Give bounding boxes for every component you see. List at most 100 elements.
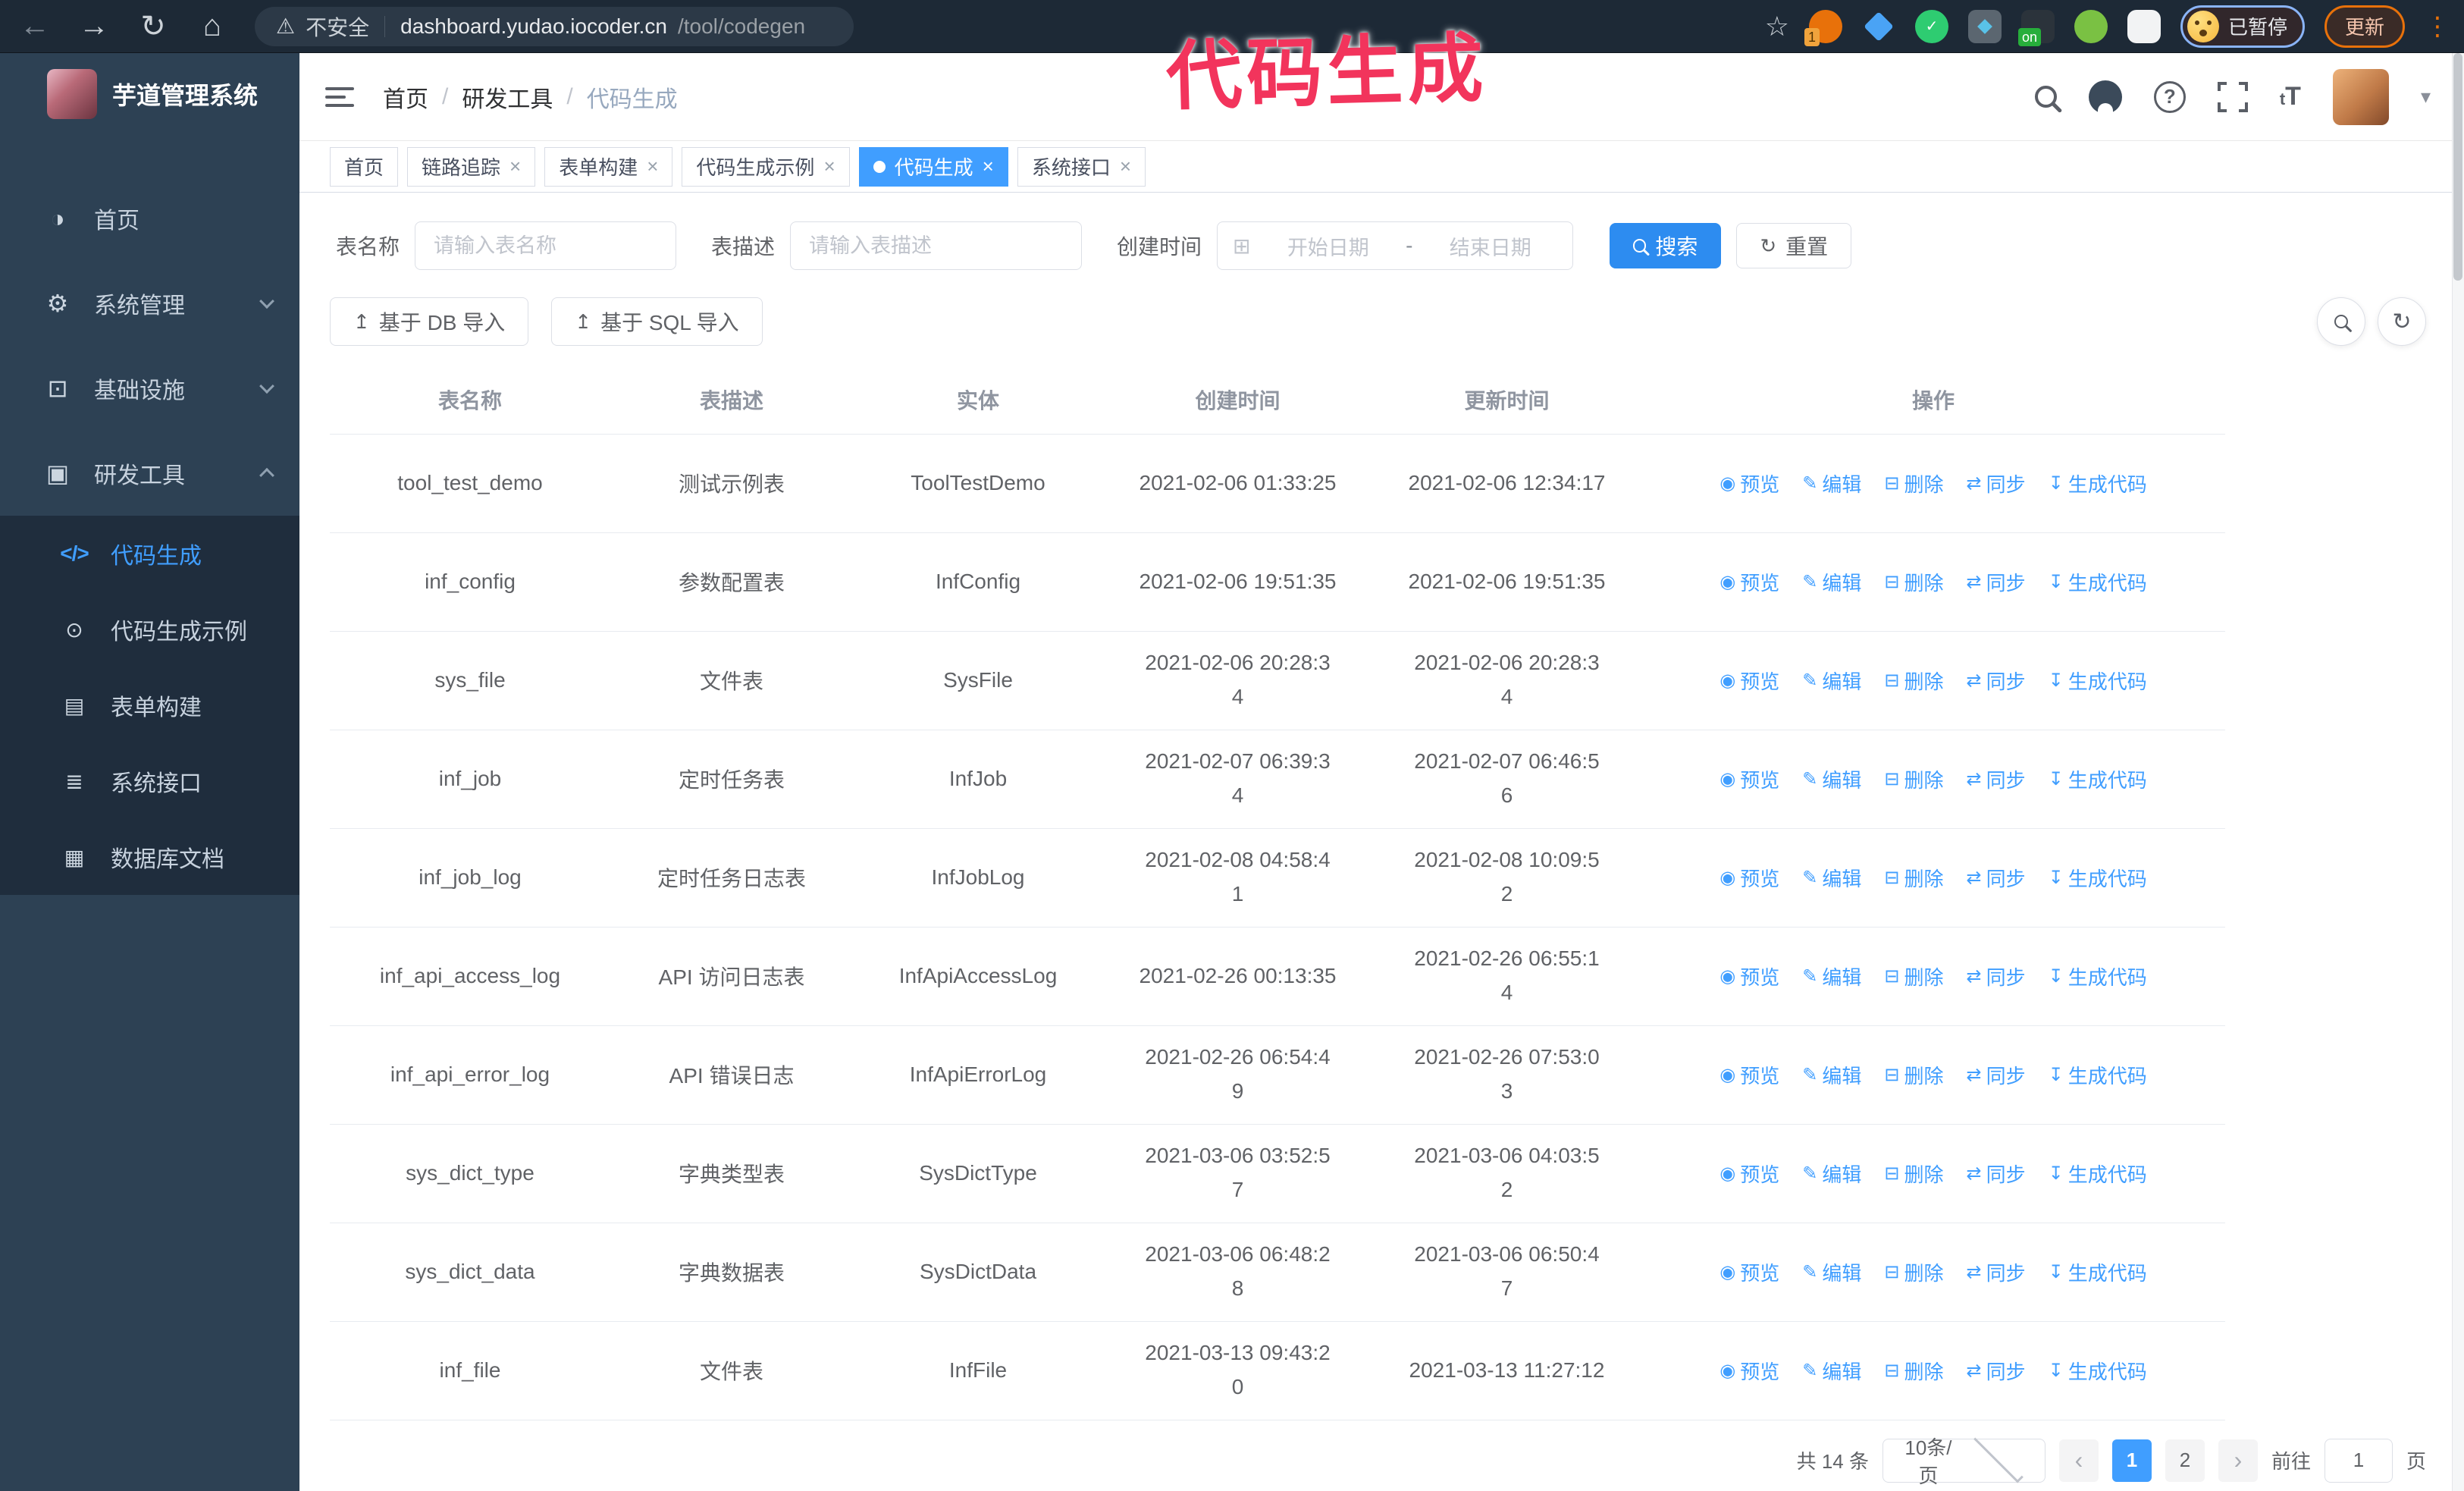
generate-code-link[interactable]: ↧ 生成代码: [2049, 1357, 2147, 1385]
preview-link[interactable]: ◉ 预览: [1719, 1258, 1779, 1286]
tab-system-api[interactable]: 系统接口 ×: [1017, 146, 1146, 187]
preview-link[interactable]: ◉ 预览: [1719, 765, 1779, 793]
generate-code-link[interactable]: ↧ 生成代码: [2049, 1061, 2147, 1089]
breadcrumb-devtools[interactable]: 研发工具: [462, 80, 553, 114]
preview-link[interactable]: ◉ 预览: [1719, 667, 1779, 695]
sidebar-item-codegen-example[interactable]: ⊙ 代码生成示例: [0, 592, 299, 667]
extension-icon-sliders[interactable]: [1967, 9, 2002, 43]
preview-link[interactable]: ◉ 预览: [1719, 864, 1779, 892]
sync-link[interactable]: ⇄ 同步: [1966, 469, 2025, 498]
edit-link[interactable]: ✎ 编辑: [1802, 667, 1861, 695]
sync-link[interactable]: ⇄ 同步: [1966, 1258, 2025, 1286]
sync-link[interactable]: ⇄ 同步: [1966, 864, 2025, 892]
user-avatar[interactable]: [2332, 68, 2389, 125]
tab-codegen-example[interactable]: 代码生成示例 ×: [682, 146, 850, 187]
next-page-button[interactable]: ›: [2218, 1439, 2258, 1482]
browser-back-button[interactable]: ←: [11, 2, 59, 51]
tab-home[interactable]: 首页: [330, 146, 399, 187]
preview-link[interactable]: ◉ 预览: [1719, 962, 1779, 990]
sync-link[interactable]: ⇄ 同步: [1966, 568, 2025, 596]
profile-paused-badge[interactable]: 已暂停: [2180, 5, 2305, 48]
bookmark-star-icon[interactable]: ☆: [1765, 11, 1789, 42]
reset-button[interactable]: ↻ 重置: [1736, 223, 1852, 268]
edit-link[interactable]: ✎ 编辑: [1802, 1357, 1861, 1385]
page-button-2[interactable]: 2: [2165, 1439, 2205, 1482]
edit-link[interactable]: ✎ 编辑: [1802, 765, 1861, 793]
browser-menu-icon[interactable]: ⋮: [2425, 11, 2450, 42]
sync-link[interactable]: ⇄ 同步: [1966, 1061, 2025, 1089]
generate-code-link[interactable]: ↧ 生成代码: [2049, 469, 2147, 498]
sidebar-item-form-builder[interactable]: ▤ 表单构建: [0, 667, 299, 743]
browser-home-button[interactable]: ⌂: [188, 2, 237, 51]
help-icon[interactable]: ?: [2153, 80, 2186, 113]
tab-codegen[interactable]: 代码生成 ×: [858, 146, 1008, 187]
tab-form-builder[interactable]: 表单构建 ×: [544, 146, 673, 187]
search-button[interactable]: 搜索: [1610, 223, 1722, 268]
delete-link[interactable]: ⊟ 删除: [1884, 1160, 1943, 1188]
generate-code-link[interactable]: ↧ 生成代码: [2049, 864, 2147, 892]
generate-code-link[interactable]: ↧ 生成代码: [2049, 1258, 2147, 1286]
sidebar-item-infra[interactable]: ⊡ 基础设施: [0, 346, 299, 431]
import-sql-button[interactable]: ↥ 基于 SQL 导入: [551, 297, 763, 346]
generate-code-link[interactable]: ↧ 生成代码: [2049, 568, 2147, 596]
search-icon[interactable]: [2035, 86, 2057, 108]
hamburger-icon[interactable]: [325, 86, 354, 107]
refresh-table-button[interactable]: ↻: [2378, 297, 2426, 346]
breadcrumb-home[interactable]: 首页: [383, 80, 428, 114]
scrollbar-thumb[interactable]: [2453, 53, 2462, 281]
table-name-input[interactable]: [415, 221, 677, 270]
sidebar-item-devtools[interactable]: ▣ 研发工具: [0, 431, 299, 516]
caret-down-icon[interactable]: ▾: [2421, 85, 2431, 108]
close-icon[interactable]: ×: [647, 155, 658, 178]
github-icon[interactable]: [2088, 80, 2122, 114]
delete-link[interactable]: ⊟ 删除: [1884, 962, 1943, 990]
sync-link[interactable]: ⇄ 同步: [1966, 667, 2025, 695]
generate-code-link[interactable]: ↧ 生成代码: [2049, 962, 2147, 990]
extension-icon-gem[interactable]: [1862, 10, 1895, 43]
extension-icon-key[interactable]: [2074, 9, 2108, 43]
browser-reload-button[interactable]: ↻: [129, 2, 177, 51]
toggle-search-button[interactable]: [2317, 297, 2365, 346]
sync-link[interactable]: ⇄ 同步: [1966, 962, 2025, 990]
address-bar[interactable]: ⚠ 不安全 dashboard.yudao.iocoder.cn/tool/co…: [255, 6, 854, 46]
generate-code-link[interactable]: ↧ 生成代码: [2049, 1160, 2147, 1188]
prev-page-button[interactable]: ‹: [2058, 1439, 2099, 1482]
delete-link[interactable]: ⊟ 删除: [1884, 667, 1943, 695]
delete-link[interactable]: ⊟ 删除: [1884, 864, 1943, 892]
close-icon[interactable]: ×: [1120, 155, 1131, 178]
sync-link[interactable]: ⇄ 同步: [1966, 765, 2025, 793]
logo-row[interactable]: 芋道管理系统: [0, 53, 299, 135]
delete-link[interactable]: ⊟ 删除: [1884, 1357, 1943, 1385]
sync-link[interactable]: ⇄ 同步: [1966, 1357, 2025, 1385]
extension-icon-puzzle[interactable]: [2127, 9, 2161, 43]
delete-link[interactable]: ⊟ 删除: [1884, 1061, 1943, 1089]
fullscreen-icon[interactable]: [2215, 80, 2249, 114]
sidebar-item-home[interactable]: ◑ 首页: [0, 176, 299, 261]
date-range-picker[interactable]: ⊞ 开始日期 - 结束日期: [1217, 221, 1574, 270]
sync-link[interactable]: ⇄ 同步: [1966, 1160, 2025, 1188]
extension-icon-on[interactable]: on: [2017, 9, 2055, 46]
extension-icon-orange[interactable]: 1: [1804, 9, 1842, 46]
preview-link[interactable]: ◉ 预览: [1719, 1357, 1779, 1385]
close-icon[interactable]: ×: [509, 155, 521, 178]
close-icon[interactable]: ×: [823, 155, 835, 178]
delete-link[interactable]: ⊟ 删除: [1884, 765, 1943, 793]
page-size-select[interactable]: 10条/页: [1882, 1433, 2045, 1487]
edit-link[interactable]: ✎ 编辑: [1802, 1061, 1861, 1089]
generate-code-link[interactable]: ↧ 生成代码: [2049, 765, 2147, 793]
preview-link[interactable]: ◉ 预览: [1719, 469, 1779, 498]
chrome-update-button[interactable]: 更新: [2324, 5, 2405, 48]
sidebar-item-db-doc[interactable]: ▦ 数据库文档: [0, 819, 299, 895]
generate-code-link[interactable]: ↧ 生成代码: [2049, 667, 2147, 695]
import-db-button[interactable]: ↥ 基于 DB 导入: [330, 297, 529, 346]
edit-link[interactable]: ✎ 编辑: [1802, 568, 1861, 596]
delete-link[interactable]: ⊟ 删除: [1884, 469, 1943, 498]
edit-link[interactable]: ✎ 编辑: [1802, 1258, 1861, 1286]
sidebar-item-codegen[interactable]: </> 代码生成: [0, 516, 299, 592]
close-icon[interactable]: ×: [983, 155, 994, 178]
tab-tracing[interactable]: 链路追踪 ×: [407, 146, 536, 187]
table-desc-input[interactable]: [790, 221, 1083, 270]
sidebar-item-system-api[interactable]: ≣ 系统接口: [0, 743, 299, 819]
preview-link[interactable]: ◉ 预览: [1719, 568, 1779, 596]
delete-link[interactable]: ⊟ 删除: [1884, 568, 1943, 596]
